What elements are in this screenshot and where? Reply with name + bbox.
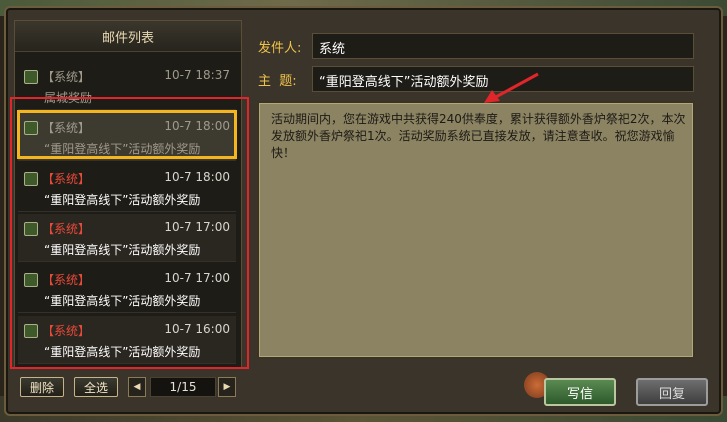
- mail-sender: 【系统】: [42, 172, 91, 186]
- mail-date: 10-7 17:00: [164, 271, 230, 285]
- page-indicator: 1/15: [150, 377, 216, 397]
- mail-date: 10-7 18:00: [164, 170, 230, 184]
- delete-button[interactable]: 删除: [20, 377, 64, 397]
- sender-label: 发件人:: [258, 41, 302, 56]
- mail-checkbox[interactable]: [24, 324, 38, 338]
- mail-date: 10-7 18:37: [164, 68, 230, 82]
- mail-checkbox[interactable]: [24, 121, 38, 135]
- mail-checkbox[interactable]: [24, 222, 38, 236]
- write-mail-button[interactable]: 写信: [544, 378, 616, 406]
- subject-label: 主 题:: [258, 74, 297, 89]
- mail-sender: 【系统】: [42, 121, 91, 135]
- mail-sender: 【系统】: [42, 70, 91, 84]
- mail-checkbox[interactable]: [24, 172, 38, 186]
- mail-list-item[interactable]: 【系统】 10-7 17:00 “重阳登高线下”活动额外奖励: [18, 265, 236, 313]
- mail-subject: “重阳登高线下”活动额外奖励: [44, 243, 201, 257]
- mail-checkbox[interactable]: [24, 70, 38, 84]
- mail-subject: “重阳登高线下”活动额外奖励: [44, 142, 201, 156]
- mail-list-item[interactable]: 【系统】 10-7 18:00 “重阳登高线下”活动额外奖励: [18, 164, 236, 212]
- mail-list-item[interactable]: 【系统】 10-7 16:00 “重阳登高线下”活动额外奖励: [18, 316, 236, 364]
- mail-sender: 【系统】: [42, 273, 91, 287]
- mail-sender: 【系统】: [42, 222, 91, 236]
- mail-list-item[interactable]: 【系统】 10-7 18:37 属城奖励: [18, 62, 236, 110]
- mail-date: 10-7 16:00: [164, 322, 230, 336]
- mail-list-title: 邮件列表: [15, 21, 241, 52]
- sender-field: 系统: [312, 33, 694, 59]
- mail-subject: “重阳登高线下”活动额外奖励: [44, 345, 201, 359]
- triangle-right-icon[interactable]: ▶: [218, 377, 236, 397]
- sender-row: 发件人: 系统: [254, 33, 694, 59]
- mail-sender: 【系统】: [42, 324, 91, 338]
- mail-body-text: 活动期间内，您在游戏中共获得240供奉度，累计获得额外香炉祭祀2次，本次发放额外…: [271, 112, 686, 160]
- subject-row: 主 题: “重阳登高线下”活动额外奖励: [254, 66, 694, 92]
- subject-field: “重阳登高线下”活动额外奖励: [312, 66, 694, 92]
- mail-date: 10-7 18:00: [164, 119, 230, 133]
- mail-date: 10-7 17:00: [164, 220, 230, 234]
- reply-button[interactable]: 回复: [636, 378, 708, 406]
- mail-subject: “重阳登高线下”活动额外奖励: [44, 193, 201, 207]
- triangle-left-icon[interactable]: ◀: [128, 377, 146, 397]
- select-all-button[interactable]: 全选: [74, 377, 118, 397]
- mail-body-panel: 活动期间内，您在游戏中共获得240供奉度，累计获得额外香炉祭祀2次，本次发放额外…: [257, 101, 695, 359]
- mail-subject: “重阳登高线下”活动额外奖励: [44, 294, 201, 308]
- mail-list-item[interactable]: 【系统】 10-7 17:00 “重阳登高线下”活动额外奖励: [18, 214, 236, 262]
- mail-checkbox[interactable]: [24, 273, 38, 287]
- mail-subject: 属城奖励: [44, 91, 93, 105]
- mail-list-item[interactable]: 【系统】 10-7 18:00 “重阳登高线下”活动额外奖励: [18, 113, 236, 161]
